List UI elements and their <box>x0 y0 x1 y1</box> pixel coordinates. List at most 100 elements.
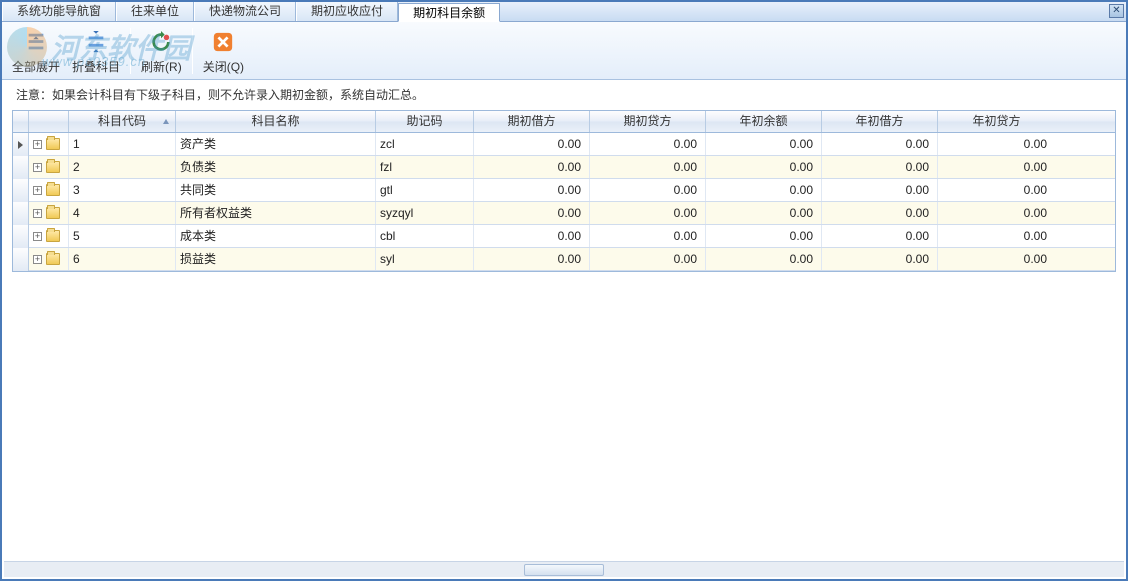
row-handle[interactable] <box>13 179 29 202</box>
tab-contacts[interactable]: 往来单位 <box>116 2 194 21</box>
col-row-selector[interactable] <box>13 111 29 132</box>
row-handle[interactable] <box>13 225 29 248</box>
tab-receivable-payable[interactable]: 期初应收应付 <box>296 2 398 21</box>
cell-year-credit[interactable]: 0.00 <box>938 225 1055 247</box>
cell-mnemonic[interactable]: zcl <box>376 133 474 155</box>
cell-opening-credit[interactable]: 0.00 <box>590 179 706 201</box>
cell-opening-credit[interactable]: 0.00 <box>590 202 706 224</box>
expand-toggle-icon[interactable]: + <box>33 140 42 149</box>
cell-mnemonic[interactable]: fzl <box>376 156 474 178</box>
col-opening-credit[interactable]: 期初贷方 <box>590 111 706 132</box>
row-handle[interactable] <box>13 156 29 179</box>
tab-nav-window[interactable]: 系统功能导航窗 <box>2 2 116 21</box>
cell-opening-credit[interactable]: 0.00 <box>590 225 706 247</box>
cell-name[interactable]: 共同类 <box>176 179 376 201</box>
tab-logistics[interactable]: 快递物流公司 <box>194 2 296 21</box>
cell-mnemonic[interactable]: syzqyl <box>376 202 474 224</box>
table-row[interactable]: +1资产类zcl0.000.000.000.000.00 <box>13 133 1115 156</box>
folder-icon <box>46 138 60 150</box>
tab-account-balance[interactable]: 期初科目余额 <box>398 3 500 22</box>
cell-name[interactable]: 损益类 <box>176 248 376 270</box>
cell-year-credit[interactable]: 0.00 <box>938 248 1055 270</box>
cell-year-debit[interactable]: 0.00 <box>822 133 938 155</box>
cell-mnemonic[interactable]: cbl <box>376 225 474 247</box>
close-button[interactable]: 关闭(Q) <box>197 25 250 77</box>
cell-mnemonic[interactable]: syl <box>376 248 474 270</box>
col-tree[interactable] <box>29 111 69 132</box>
cell-opening-debit[interactable]: 0.00 <box>474 248 590 270</box>
cell-name[interactable]: 成本类 <box>176 225 376 247</box>
col-mnemonic[interactable]: 助记码 <box>376 111 474 132</box>
tree-cell[interactable]: + <box>29 202 69 224</box>
horizontal-scrollbar[interactable] <box>4 561 1124 577</box>
toolbar: 全部展开 折叠科目 刷新(R) 关闭(Q) <box>2 22 1126 80</box>
expand-toggle-icon[interactable]: + <box>33 232 42 241</box>
cell-year-debit[interactable]: 0.00 <box>822 248 938 270</box>
cell-code[interactable]: 6 <box>69 248 176 270</box>
expand-toggle-icon[interactable]: + <box>33 163 42 172</box>
row-handle[interactable] <box>13 202 29 225</box>
cell-opening-credit[interactable]: 0.00 <box>590 133 706 155</box>
cell-opening-debit[interactable]: 0.00 <box>474 156 590 178</box>
cell-year-debit[interactable]: 0.00 <box>822 179 938 201</box>
refresh-label: 刷新(R) <box>141 58 182 75</box>
col-name[interactable]: 科目名称 <box>176 111 376 132</box>
cell-code[interactable]: 1 <box>69 133 176 155</box>
close-tab-icon <box>209 28 237 56</box>
close-label: 关闭(Q) <box>203 58 244 75</box>
table-row[interactable]: +5成本类cbl0.000.000.000.000.00 <box>13 225 1115 248</box>
col-code[interactable]: 科目代码 <box>69 111 176 132</box>
cell-opening-debit[interactable]: 0.00 <box>474 225 590 247</box>
collapse-button[interactable]: 折叠科目 <box>66 25 126 77</box>
tree-cell[interactable]: + <box>29 179 69 201</box>
cell-mnemonic[interactable]: gtl <box>376 179 474 201</box>
col-year-credit[interactable]: 年初贷方 <box>938 111 1055 132</box>
cell-opening-credit[interactable]: 0.00 <box>590 156 706 178</box>
table-row[interactable]: +3共同类gtl0.000.000.000.000.00 <box>13 179 1115 202</box>
cell-opening-credit[interactable]: 0.00 <box>590 248 706 270</box>
expand-all-button[interactable]: 全部展开 <box>6 25 66 77</box>
refresh-button[interactable]: 刷新(R) <box>135 25 188 77</box>
col-year-balance[interactable]: 年初余额 <box>706 111 822 132</box>
cell-code[interactable]: 3 <box>69 179 176 201</box>
cell-year-balance[interactable]: 0.00 <box>706 179 822 201</box>
cell-opening-debit[interactable]: 0.00 <box>474 202 590 224</box>
col-opening-debit[interactable]: 期初借方 <box>474 111 590 132</box>
cell-year-credit[interactable]: 0.00 <box>938 133 1055 155</box>
tree-cell[interactable]: + <box>29 156 69 178</box>
cell-name[interactable]: 所有者权益类 <box>176 202 376 224</box>
cell-year-balance[interactable]: 0.00 <box>706 133 822 155</box>
cell-opening-debit[interactable]: 0.00 <box>474 179 590 201</box>
row-handle[interactable] <box>13 133 29 156</box>
cell-year-credit[interactable]: 0.00 <box>938 202 1055 224</box>
cell-year-debit[interactable]: 0.00 <box>822 156 938 178</box>
expand-toggle-icon[interactable]: + <box>33 186 42 195</box>
tree-cell[interactable]: + <box>29 248 69 270</box>
tab-close-button[interactable]: ✕ <box>1109 4 1124 18</box>
cell-name[interactable]: 负债类 <box>176 156 376 178</box>
cell-name[interactable]: 资产类 <box>176 133 376 155</box>
folder-icon <box>46 161 60 173</box>
expand-toggle-icon[interactable]: + <box>33 209 42 218</box>
table-row[interactable]: +6损益类syl0.000.000.000.000.00 <box>13 248 1115 271</box>
cell-year-debit[interactable]: 0.00 <box>822 225 938 247</box>
cell-year-balance[interactable]: 0.00 <box>706 248 822 270</box>
scrollbar-thumb[interactable] <box>524 564 604 576</box>
cell-code[interactable]: 5 <box>69 225 176 247</box>
tree-cell[interactable]: + <box>29 133 69 155</box>
cell-code[interactable]: 2 <box>69 156 176 178</box>
col-year-debit[interactable]: 年初借方 <box>822 111 938 132</box>
table-row[interactable]: +2负债类fzl0.000.000.000.000.00 <box>13 156 1115 179</box>
cell-year-credit[interactable]: 0.00 <box>938 179 1055 201</box>
cell-year-credit[interactable]: 0.00 <box>938 156 1055 178</box>
tree-cell[interactable]: + <box>29 225 69 247</box>
cell-year-debit[interactable]: 0.00 <box>822 202 938 224</box>
row-handle[interactable] <box>13 248 29 271</box>
cell-year-balance[interactable]: 0.00 <box>706 225 822 247</box>
cell-opening-debit[interactable]: 0.00 <box>474 133 590 155</box>
table-row[interactable]: +4所有者权益类syzqyl0.000.000.000.000.00 <box>13 202 1115 225</box>
cell-year-balance[interactable]: 0.00 <box>706 156 822 178</box>
expand-toggle-icon[interactable]: + <box>33 255 42 264</box>
cell-code[interactable]: 4 <box>69 202 176 224</box>
cell-year-balance[interactable]: 0.00 <box>706 202 822 224</box>
